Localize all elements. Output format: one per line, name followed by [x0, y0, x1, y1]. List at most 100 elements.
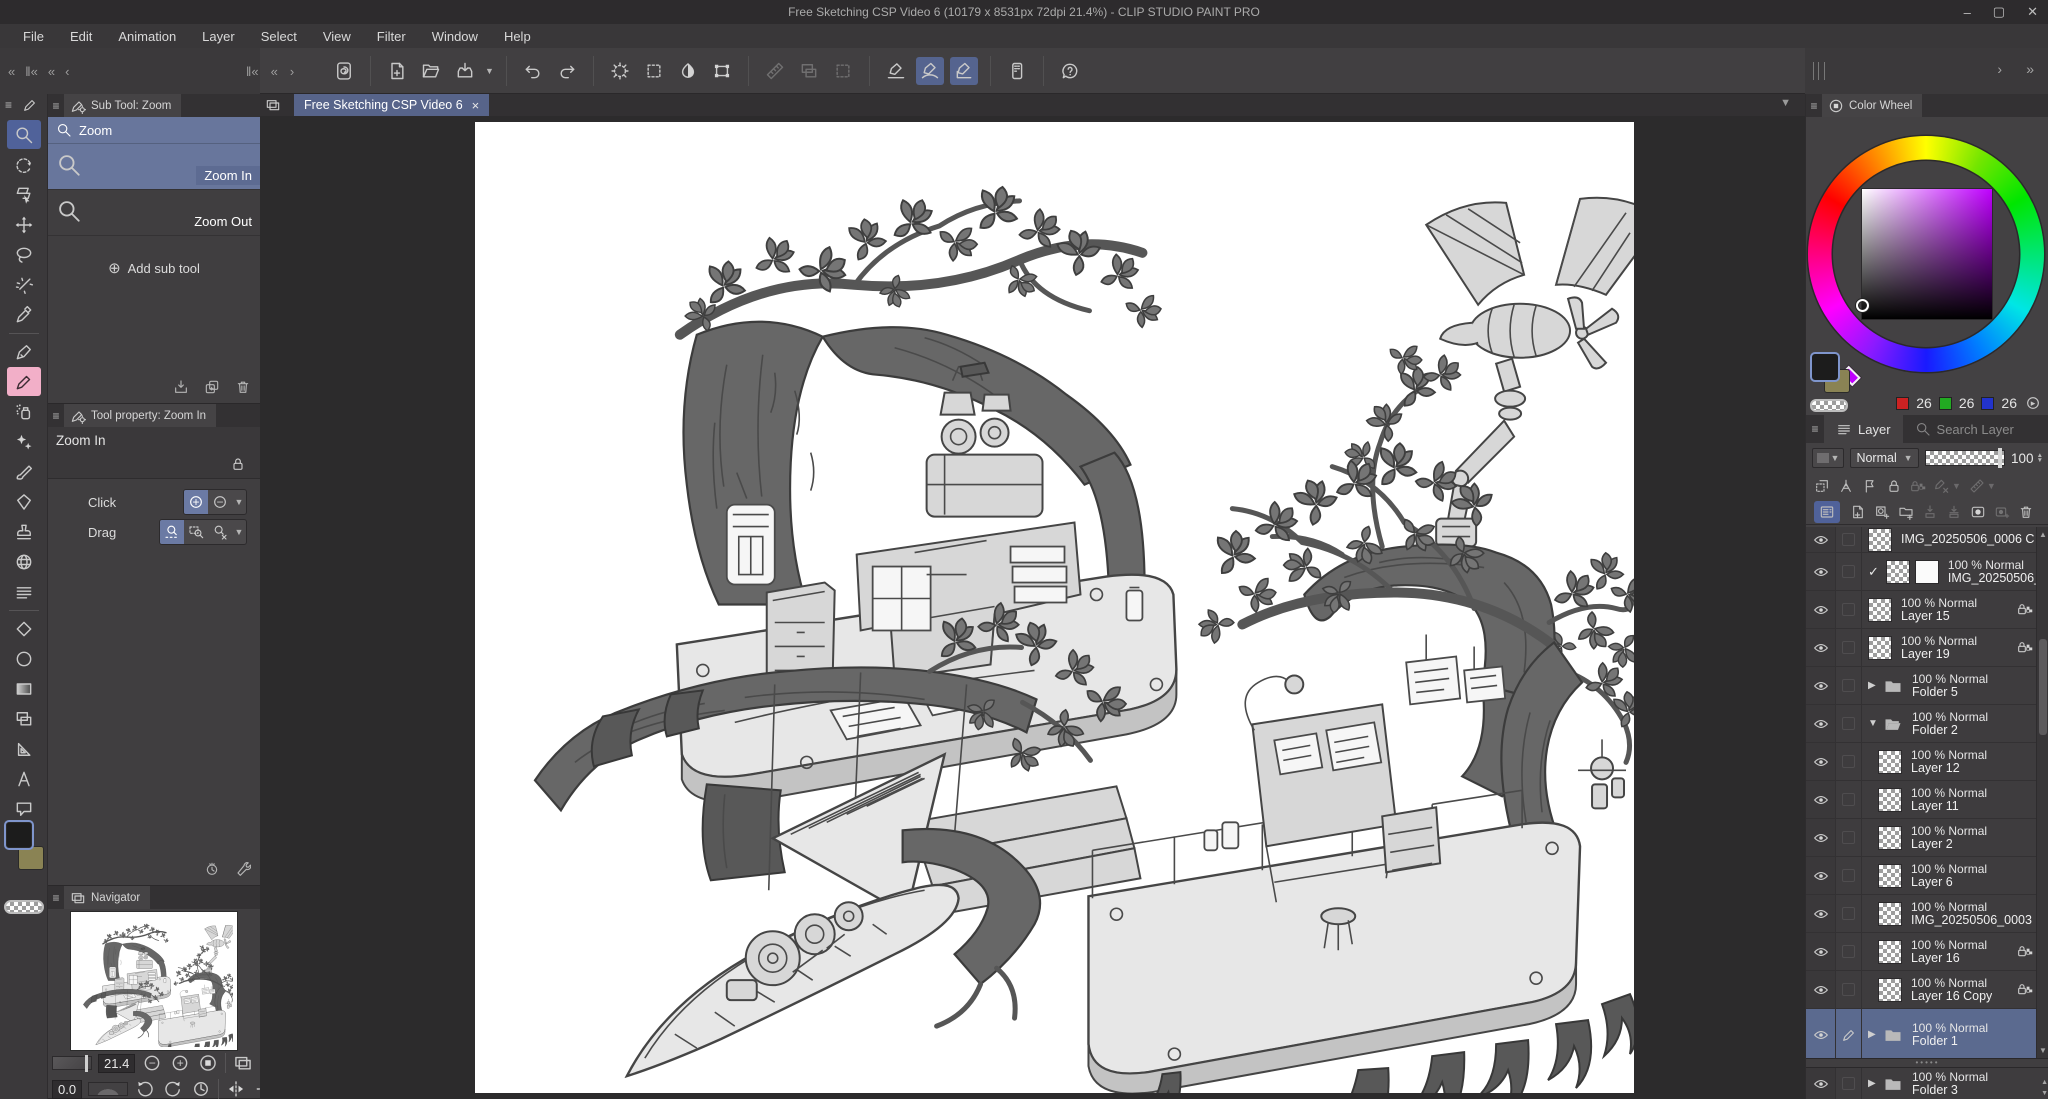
lock-layer-button[interactable] [1886, 478, 1902, 494]
tool-group-row[interactable]: Zoom [48, 117, 260, 144]
layer-visibility-cell[interactable] [1806, 781, 1836, 818]
layer-checkbox[interactable] [1842, 533, 1855, 546]
layer-thumbnail[interactable] [1878, 826, 1902, 850]
layer-row[interactable]: ▼100 % NormalFolder 2 [1806, 705, 2048, 743]
tab-search-layer[interactable]: Search Layer [1903, 415, 2026, 443]
document-tab-close-icon[interactable]: × [472, 98, 480, 113]
snap-to-special-ruler-button[interactable] [916, 57, 944, 85]
layer-row[interactable]: 100 % NormalLayer 12 [1806, 743, 2048, 781]
layer-select-cell[interactable] [1836, 743, 1862, 780]
pencil-tool[interactable] [7, 367, 41, 396]
open-file-button[interactable] [417, 57, 445, 85]
draft-layer-button[interactable]: ▼ [1934, 478, 1961, 494]
layer-select-cell[interactable] [1836, 591, 1862, 628]
left-dock-arrow-2[interactable]: « [48, 64, 55, 79]
zoom-out-button[interactable]: − [141, 1052, 163, 1074]
layer-checkbox[interactable] [1842, 831, 1855, 844]
layer-row[interactable]: 100 % NormalIMG_20250506_0003 C [1806, 895, 2048, 933]
layer-row[interactable]: 100 % NormalLayer 11 [1806, 781, 2048, 819]
layer-visibility-cell[interactable] [1806, 553, 1836, 590]
layer-select-cell[interactable] [1836, 1068, 1862, 1099]
zoom-tool[interactable] [7, 120, 41, 149]
new-layer-folder-button[interactable] [1898, 504, 1914, 520]
opacity-value[interactable]: 100 [2011, 451, 2034, 466]
document-list-icon[interactable] [260, 94, 286, 116]
folder-collapsed-arrow[interactable]: ▶ [1868, 1078, 1878, 1089]
decoration-tool[interactable] [7, 427, 41, 456]
opacity-stepper[interactable]: ▲▼ [2037, 453, 2043, 463]
layer-visibility-cell[interactable] [1806, 933, 1836, 970]
layer-mask-thumbnail[interactable] [1915, 560, 1939, 584]
layer-select-cell[interactable] [1836, 933, 1862, 970]
save-file-chevron[interactable]: ▼ [485, 66, 494, 76]
navigator-tab[interactable]: Navigator [64, 886, 150, 909]
close-button[interactable]: ✕ [2027, 4, 2038, 20]
layer-view-toggle-button[interactable] [1814, 501, 1840, 523]
layer-thumbnail[interactable] [1878, 788, 1902, 812]
selection-tool[interactable] [7, 240, 41, 269]
enable-keyframes-button[interactable] [1838, 478, 1854, 494]
tool-palette-menu-icon[interactable]: ≡ [5, 98, 12, 112]
deselect-button[interactable] [606, 57, 634, 85]
zoom-out-mode-button[interactable]: − [208, 490, 232, 514]
zoom-reset-button[interactable] [197, 1052, 219, 1074]
transfer-to-lower-layer-button[interactable] [1922, 504, 1938, 520]
layer-visibility-cell[interactable] [1806, 895, 1836, 932]
clip-to-layer-below-button[interactable] [1814, 478, 1830, 494]
new-file-button[interactable] [383, 57, 411, 85]
move-layer-tool[interactable] [7, 210, 41, 239]
layer-visibility-cell[interactable] [1806, 629, 1836, 666]
layer-checkbox[interactable] [1842, 983, 1855, 996]
auto-select-tool[interactable] [7, 270, 41, 299]
layer-checkbox[interactable] [1842, 679, 1855, 692]
snap-to-ruler-button[interactable] [882, 57, 910, 85]
layer-visibility-cell[interactable] [1806, 1068, 1836, 1099]
drag-area-zoom-button[interactable] [184, 520, 208, 544]
canvas-options-chevron[interactable]: ▼ [1780, 97, 1791, 109]
transparent-color-swatch-mini[interactable] [1810, 399, 1848, 412]
layer-select-cell[interactable] [1836, 1009, 1862, 1058]
folder-expanded-arrow[interactable]: ▼ [1868, 718, 1878, 729]
reference-layer-button[interactable] [1862, 478, 1878, 494]
pane2-scroll-down[interactable]: ▼ [2041, 1090, 2048, 1097]
rotate-canvas-tool[interactable] [7, 150, 41, 179]
layer-checkbox[interactable] [1842, 717, 1855, 730]
dock-arrow-1[interactable]: « [271, 64, 278, 79]
airbrush-tool[interactable] [7, 397, 41, 426]
drag-cancel-zoom-button[interactable] [208, 520, 232, 544]
ruler-range-button[interactable]: ▼ [1969, 478, 1996, 494]
layer-thumbnail[interactable] [1878, 978, 1902, 1002]
tablet-mode-button[interactable] [1003, 57, 1031, 85]
foreground-color-swatch-mini[interactable] [1810, 352, 1840, 382]
layer-thumbnail[interactable] [1868, 598, 1892, 622]
foreground-color-swatch[interactable] [4, 820, 34, 850]
sub-tool-tab[interactable]: Sub Tool: Zoom [64, 94, 181, 117]
layer-visibility-cell[interactable] [1806, 857, 1836, 894]
rotate-ccw-button[interactable] [134, 1078, 156, 1099]
zoom-in-mode-button[interactable]: + [184, 490, 208, 514]
layer-select-cell[interactable] [1836, 667, 1862, 704]
figure-tool[interactable] [7, 614, 41, 643]
layer-row[interactable]: ✓100 % NormalIMG_20250506_ [1806, 553, 2048, 591]
zoom-slider[interactable] [52, 1056, 92, 1070]
layer-visibility-cell[interactable] [1806, 527, 1836, 552]
layer-scrollbar[interactable]: ▲ ▼ [2036, 527, 2048, 1058]
pane2-scroll-up[interactable]: ▲ [2041, 1079, 2048, 1086]
layer-checkbox[interactable] [1842, 907, 1855, 920]
layer-row[interactable]: 100 % NormalLayer 16 Copy [1806, 971, 2048, 1009]
zoom-in-button[interactable]: + [169, 1052, 191, 1074]
click-mode-chevron[interactable]: ▼ [232, 490, 246, 514]
menu-item-select[interactable]: Select [248, 26, 310, 47]
maximize-button[interactable]: ▢ [1993, 4, 2005, 20]
balloon-tool[interactable] [7, 794, 41, 823]
eraser-tool[interactable] [7, 487, 41, 516]
merge-with-lower-layer-button[interactable] [1946, 504, 1962, 520]
sub-tool-menu-icon[interactable]: ≡ [48, 94, 64, 117]
layer-row[interactable]: 100 % NormalLayer 2 [1806, 819, 2048, 857]
layer-select-cell[interactable] [1836, 781, 1862, 818]
menu-item-window[interactable]: Window [419, 26, 491, 47]
document-tab[interactable]: Free Sketching CSP Video 6 × [294, 94, 489, 116]
layer-row[interactable]: 100 % NormalLayer 16 [1806, 933, 2048, 971]
duplicate-sub-tool-button[interactable] [201, 376, 223, 398]
layer-row[interactable]: ▶100 % NormalFolder 5 [1806, 667, 2048, 705]
